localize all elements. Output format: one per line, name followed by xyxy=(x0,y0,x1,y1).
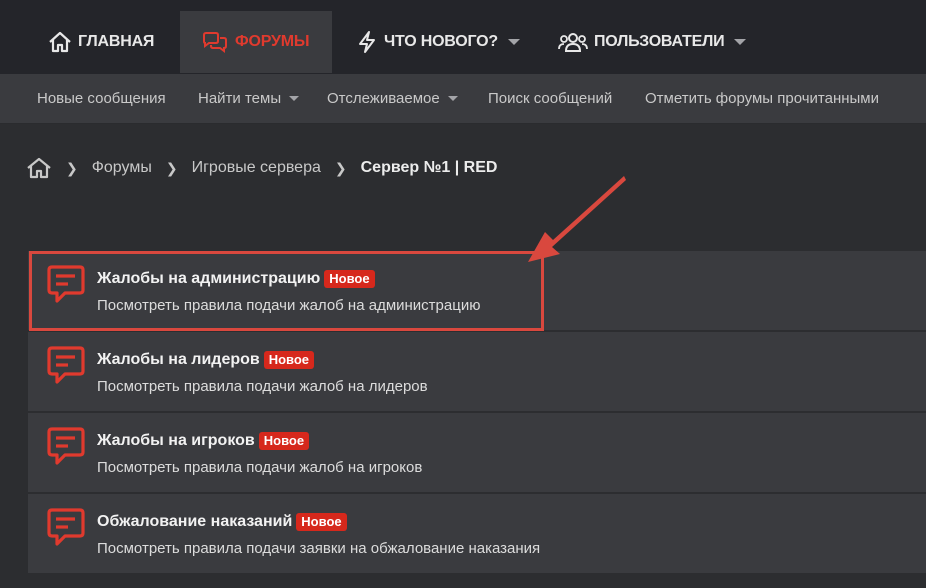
breadcrumb: ❯ Форумы ❯ Игровые сервера ❯ Сервер №1 |… xyxy=(26,155,497,181)
tab-home-label: ГЛАВНАЯ xyxy=(78,33,155,50)
chevron-down-icon xyxy=(447,95,458,101)
breadcrumb-game-servers[interactable]: Игровые сервера xyxy=(192,159,321,177)
sub-navigation: Новые сообщения Найти темы Отслеживаемое… xyxy=(0,74,926,124)
forum-list: Жалобы на администрацию Новое Посмотреть… xyxy=(28,251,926,574)
forum-chat-icon xyxy=(47,427,85,465)
tab-forums-label: ФОРУМЫ xyxy=(235,33,310,50)
forum-title[interactable]: Жалобы на лидеров xyxy=(97,351,260,369)
tab-users-label: ПОЛЬЗОВАТЕЛИ xyxy=(594,33,725,50)
users-icon xyxy=(558,33,588,52)
subnav-search-posts[interactable]: Поиск сообщений xyxy=(488,74,612,122)
subnav-search-posts-label: Поиск сообщений xyxy=(488,89,613,107)
forum-row[interactable]: Обжалование наказаний Новое Посмотреть п… xyxy=(28,494,926,574)
new-badge: Новое xyxy=(258,432,310,450)
forum-title[interactable]: Обжалование наказаний xyxy=(97,513,292,531)
new-badge: Новое xyxy=(324,270,375,288)
new-badge: Новое xyxy=(263,351,315,369)
forum-description[interactable]: Посмотреть правила подачи заявки на обжа… xyxy=(97,540,540,557)
home-icon[interactable] xyxy=(26,157,52,179)
bolt-icon xyxy=(359,31,375,53)
forum-chat-icon xyxy=(47,265,85,303)
forum-title[interactable]: Жалобы на администрацию xyxy=(97,270,320,288)
chevron-right-icon: ❯ xyxy=(66,159,78,176)
forum-description[interactable]: Посмотреть правила подачи жалоб на игрок… xyxy=(97,459,422,476)
forum-row[interactable]: Жалобы на лидеров Новое Посмотреть прави… xyxy=(28,332,926,412)
subnav-find-threads-label: Найти темы xyxy=(198,89,282,107)
forum-chat-icon xyxy=(47,508,85,546)
forum-description[interactable]: Посмотреть правила подачи жалоб на админ… xyxy=(97,297,480,314)
chevron-down-icon xyxy=(508,39,520,45)
chevron-down-icon xyxy=(734,39,747,45)
chevron-down-icon xyxy=(289,95,300,101)
tab-home[interactable]: ГЛАВНАЯ xyxy=(48,11,154,73)
new-badge: Новое xyxy=(296,513,347,531)
tab-users[interactable]: ПОЛЬЗОВАТЕЛИ xyxy=(558,11,747,73)
subnav-mark-read[interactable]: Отметить форумы прочитанными xyxy=(645,74,879,122)
subnav-watched[interactable]: Отслеживаемое xyxy=(327,74,458,122)
subnav-new-posts-label: Новые сообщения xyxy=(37,89,166,107)
tab-whats-new[interactable]: ЧТО НОВОГО? xyxy=(356,11,520,73)
annotation-arrow-icon xyxy=(528,176,626,262)
chevron-right-icon: ❯ xyxy=(165,159,178,176)
chevron-right-icon: ❯ xyxy=(334,159,347,176)
subnav-new-posts[interactable]: Новые сообщения xyxy=(37,74,166,122)
forum-row[interactable]: Жалобы на администрацию Новое Посмотреть… xyxy=(28,251,926,331)
subnav-mark-read-label: Отметить форумы прочитанными xyxy=(645,89,880,107)
tab-whats-new-label: ЧТО НОВОГО? xyxy=(384,33,498,50)
tab-forums[interactable]: ФОРУМЫ xyxy=(180,11,332,73)
subnav-find-threads[interactable]: Найти темы xyxy=(198,74,300,122)
forum-description[interactable]: Посмотреть правила подачи жалоб на лидер… xyxy=(97,378,428,395)
forum-title[interactable]: Жалобы на игроков xyxy=(97,432,255,450)
comments-icon xyxy=(203,32,227,53)
top-navigation: ГЛАВНАЯ ФОРУМЫ ЧТО НОВОГО? ПОЛЬЗОВАТЕЛИ xyxy=(0,0,926,74)
breadcrumb-forums[interactable]: Форумы xyxy=(92,159,152,177)
breadcrumb-current: Сервер №1 | RED xyxy=(360,159,498,176)
subnav-watched-label: Отслеживаемое xyxy=(327,89,440,107)
home-icon xyxy=(49,31,71,53)
forum-row[interactable]: Жалобы на игроков Новое Посмотреть прави… xyxy=(28,413,926,493)
forum-chat-icon xyxy=(47,346,85,384)
